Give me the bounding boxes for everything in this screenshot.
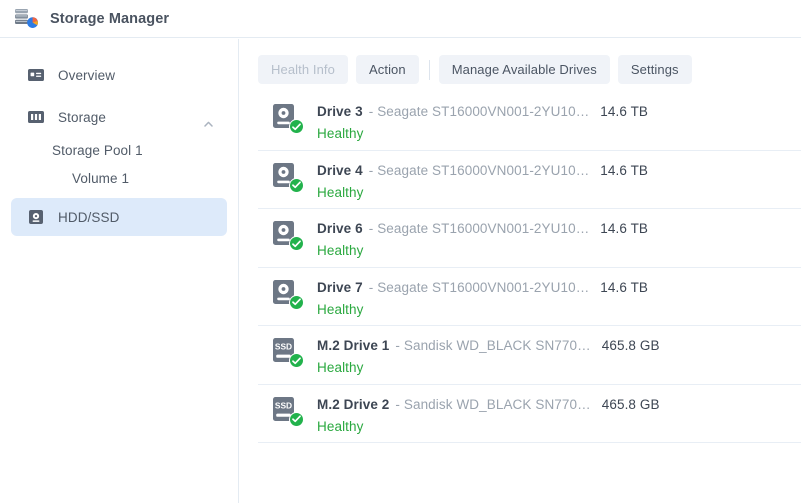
drive-separator: -: [395, 338, 400, 353]
drive-title-line: Drive 3 - Seagate ST16000VN001-2YU10… 14…: [317, 104, 801, 119]
storage-manager-icon: [12, 6, 38, 32]
drive-separator: -: [368, 162, 374, 178]
drive-status: Healthy: [317, 360, 364, 375]
drive-list-item[interactable]: Drive 4 - Seagate ST16000VN001-2YU10… 14…: [258, 151, 801, 209]
drive-name: M.2 Drive 1: [317, 338, 390, 353]
drive-separator: -: [368, 221, 374, 236]
drive-list-item[interactable]: SSD M.2 Drive 2 - Sandisk WD_BLACK SN770…: [258, 385, 801, 443]
settings-button[interactable]: Settings: [617, 55, 692, 84]
drive-info: Drive 3 - Seagate ST16000VN001-2YU10… 14…: [317, 103, 801, 141]
drive-capacity: 14.6 TB: [600, 221, 649, 236]
hdd-icon: [272, 103, 304, 137]
check-circle-icon: [289, 411, 304, 427]
hdd-ssd-icon: [27, 208, 45, 226]
storage-manager-window: Storage Manager Overview Storage Storage…: [0, 0, 801, 503]
drive-status: Healthy: [317, 126, 364, 141]
drive-separator: -: [395, 396, 400, 412]
sidebar-item-label: HDD/SSD: [58, 209, 120, 225]
drive-model-text: Seagate ST16000VN001-2YU10…: [377, 221, 590, 236]
drive-model: - Seagate ST16000VN001-2YU10…: [369, 221, 590, 236]
sidebar-item-label: Overview: [58, 67, 116, 83]
manage-available-drives-button[interactable]: Manage Available Drives: [438, 55, 610, 84]
drive-status: Healthy: [317, 243, 364, 258]
drive-model: - Seagate ST16000VN001-2YU10…: [369, 280, 590, 295]
drive-info: M.2 Drive 2 - Sandisk WD_BLACK SN770… 46…: [317, 396, 801, 434]
check-circle-icon: [289, 119, 304, 134]
check-circle-icon: [289, 177, 304, 193]
toolbar-separator: [428, 59, 430, 80]
drive-model-text: Seagate ST16000VN001-2YU10…: [377, 104, 590, 119]
ssd-icon: SSD: [272, 396, 304, 430]
toolbar: Health Info Action Manage Available Driv…: [240, 39, 801, 85]
drive-list-item[interactable]: SSD M.2 Drive 1 - Sandisk WD_BLACK SN770…: [258, 326, 801, 385]
drive-status: Healthy: [317, 418, 364, 434]
sidebar-item-overview[interactable]: Overview: [11, 56, 227, 94]
drive-list: Drive 3 - Seagate ST16000VN001-2YU10… 14…: [240, 92, 801, 443]
sidebar-item-hdd-ssd[interactable]: HDD/SSD: [11, 198, 227, 236]
sidebar: Overview Storage Storage Pool 1 Volume 1…: [0, 39, 239, 503]
drive-name: M.2 Drive 2: [317, 396, 390, 412]
drive-separator: -: [368, 104, 374, 119]
sidebar-sub-label: Volume 1: [72, 170, 130, 186]
check-circle-icon: [289, 353, 304, 368]
drive-model: - Seagate ST16000VN001-2YU10…: [369, 163, 590, 178]
drive-name: Drive 3: [317, 104, 363, 119]
window-titlebar: Storage Manager: [0, 0, 801, 38]
drive-title-line: M.2 Drive 1 - Sandisk WD_BLACK SN770… 46…: [317, 338, 801, 353]
drive-info: M.2 Drive 1 - Sandisk WD_BLACK SN770… 46…: [317, 337, 801, 375]
drive-model: - Sandisk WD_BLACK SN770…: [395, 338, 590, 353]
chevron-up-icon[interactable]: [204, 114, 213, 127]
hdd-icon: [272, 279, 304, 313]
health-info-button[interactable]: Health Info: [258, 55, 348, 84]
ssd-icon: SSD: [272, 337, 304, 371]
drive-list-item[interactable]: Drive 7 - Seagate ST16000VN001-2YU10… 14…: [258, 268, 801, 326]
drive-list-item[interactable]: Drive 3 - Seagate ST16000VN001-2YU10… 14…: [258, 92, 801, 151]
drive-name: Drive 4: [317, 162, 363, 178]
content-panel: Health Info Action Manage Available Driv…: [240, 39, 801, 503]
drive-status: Healthy: [317, 301, 364, 317]
drive-title-line: Drive 6 - Seagate ST16000VN001-2YU10… 14…: [317, 221, 801, 236]
drive-separator: -: [368, 279, 374, 295]
drive-capacity: 465.8 GB: [601, 396, 660, 412]
drive-model: - Sandisk WD_BLACK SN770…: [395, 397, 590, 412]
drive-name: Drive 7: [317, 279, 363, 295]
drive-capacity: 14.6 TB: [600, 162, 649, 178]
sidebar-item-storage-pool-1[interactable]: Storage Pool 1: [0, 136, 238, 164]
check-circle-icon: [289, 294, 304, 310]
sidebar-sub-label: Storage Pool 1: [52, 142, 143, 158]
drive-model-text: Sandisk WD_BLACK SN770…: [403, 396, 591, 412]
sidebar-item-volume-1[interactable]: Volume 1: [0, 164, 238, 192]
action-button[interactable]: Action: [355, 55, 419, 84]
drive-title-line: Drive 7 - Seagate ST16000VN001-2YU10… 14…: [317, 280, 801, 295]
overview-icon: [27, 66, 45, 84]
drive-info: Drive 6 - Seagate ST16000VN001-2YU10… 14…: [317, 220, 801, 258]
drive-info: Drive 4 - Seagate ST16000VN001-2YU10… 14…: [317, 162, 801, 200]
hdd-icon: [272, 220, 304, 254]
drive-model-text: Seagate ST16000VN001-2YU10…: [377, 162, 590, 178]
storage-icon: [27, 108, 45, 126]
window-title: Storage Manager: [50, 10, 170, 27]
drive-name: Drive 6: [317, 221, 363, 236]
svg-text:SSD: SSD: [275, 342, 292, 352]
drive-model-text: Sandisk WD_BLACK SN770…: [403, 338, 591, 353]
svg-text:SSD: SSD: [275, 400, 292, 410]
drive-model-text: Seagate ST16000VN001-2YU10…: [377, 279, 590, 295]
drive-info: Drive 7 - Seagate ST16000VN001-2YU10… 14…: [317, 279, 801, 317]
check-circle-icon: [289, 236, 304, 251]
sidebar-item-label: Storage: [58, 109, 106, 125]
drive-capacity: 465.8 GB: [601, 338, 660, 353]
drive-title-line: Drive 4 - Seagate ST16000VN001-2YU10… 14…: [317, 163, 801, 178]
drive-title-line: M.2 Drive 2 - Sandisk WD_BLACK SN770… 46…: [317, 397, 801, 412]
hdd-icon: [272, 162, 304, 196]
drive-capacity: 14.6 TB: [600, 104, 649, 119]
drive-model: - Seagate ST16000VN001-2YU10…: [369, 104, 590, 119]
sidebar-item-storage[interactable]: Storage: [11, 98, 227, 136]
drive-list-item[interactable]: Drive 6 - Seagate ST16000VN001-2YU10… 14…: [258, 209, 801, 268]
drive-capacity: 14.6 TB: [600, 279, 649, 295]
drive-status: Healthy: [317, 184, 364, 200]
